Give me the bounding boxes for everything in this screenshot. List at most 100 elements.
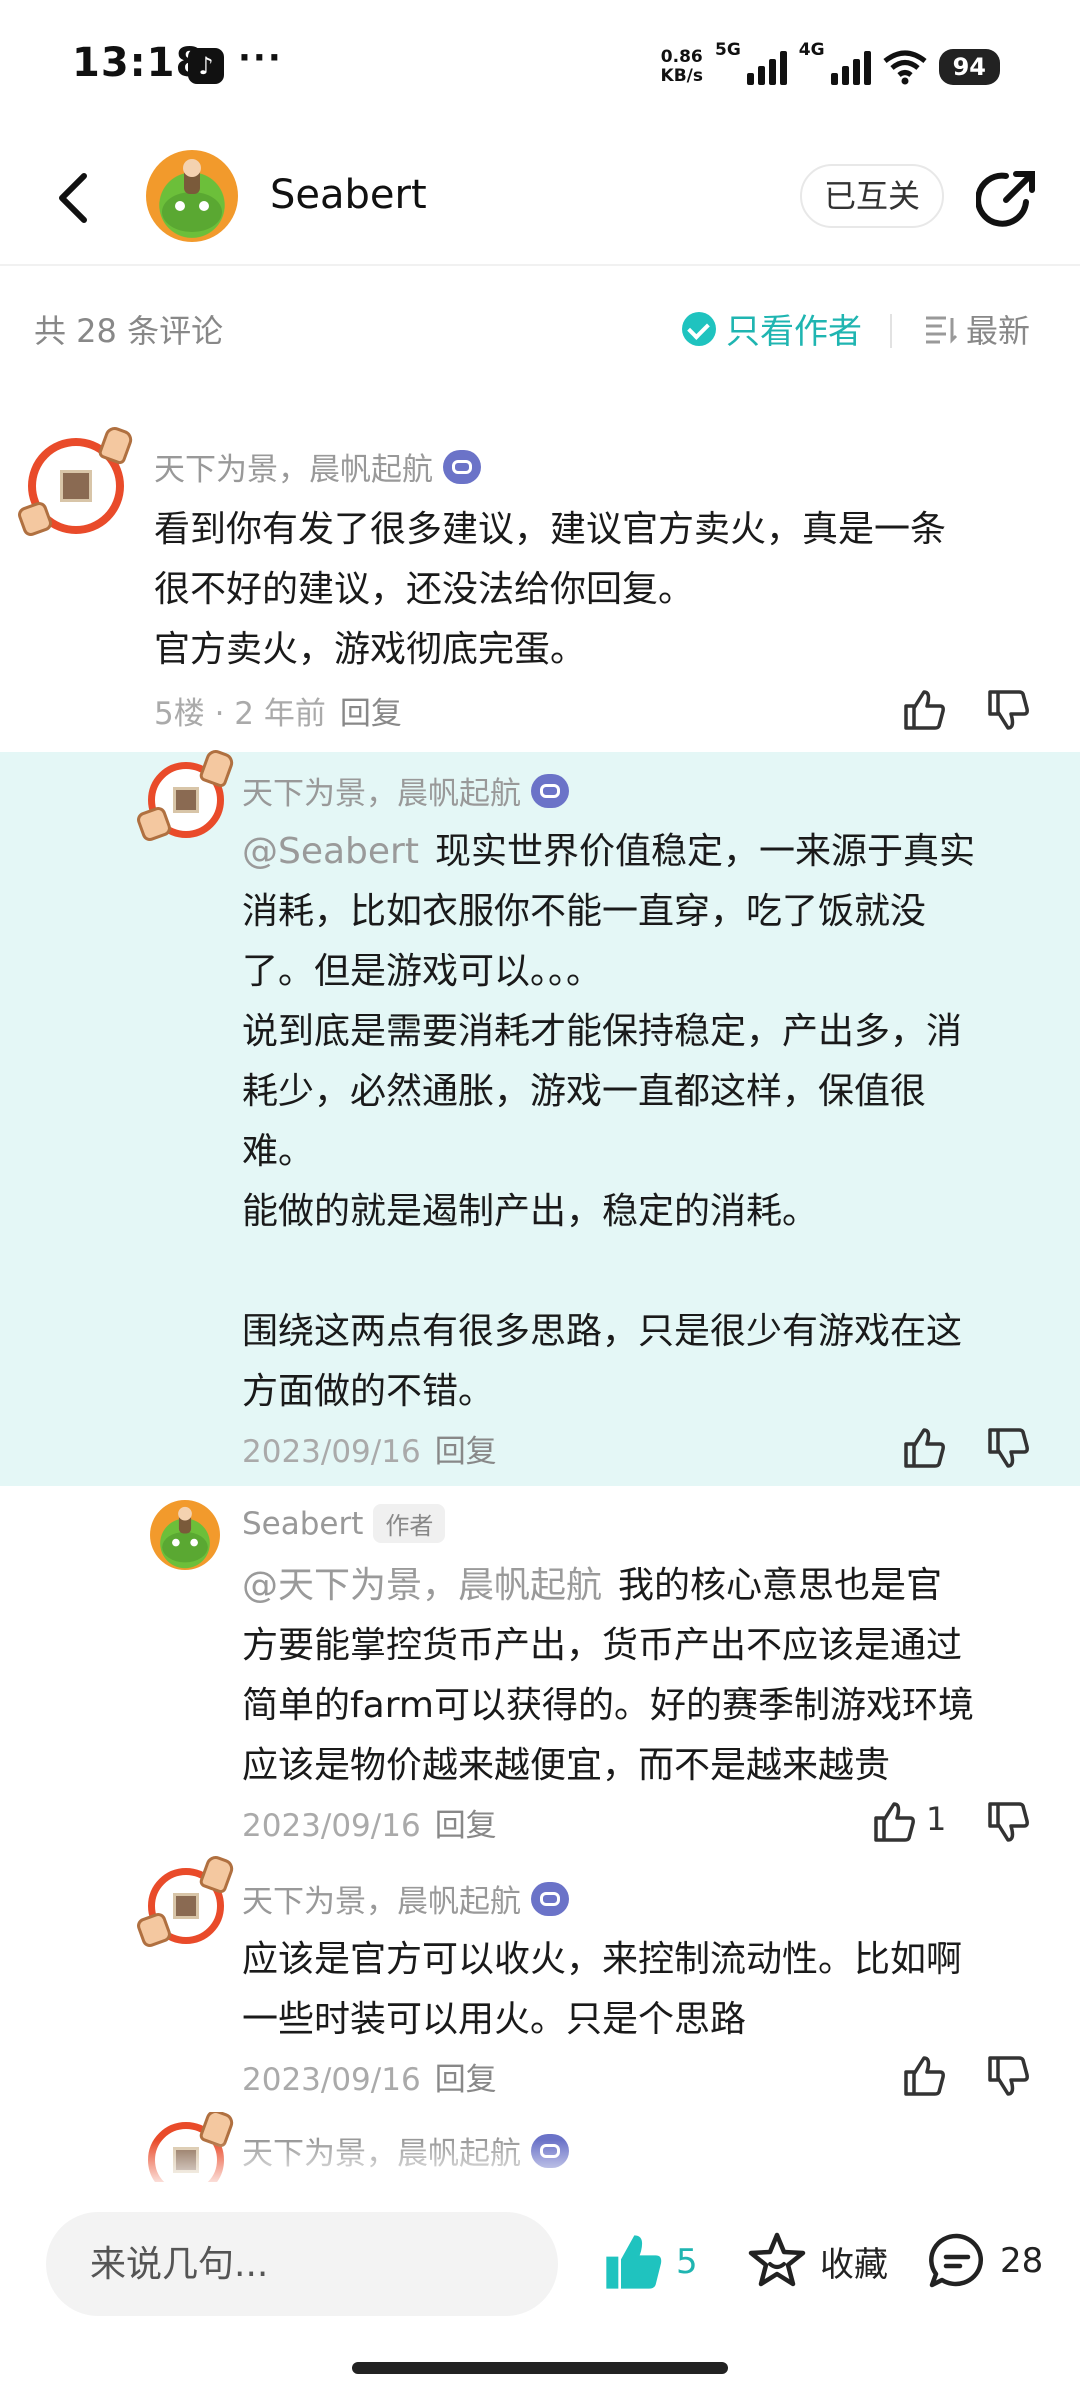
thumbs-down-icon[interactable] [984, 1424, 1032, 1472]
author-only-toggle[interactable]: 只看作者 [682, 304, 862, 353]
divider [890, 314, 892, 348]
reply-button[interactable]: 回复 [435, 1808, 497, 1844]
comment-count: 共 28 条评论 [34, 312, 224, 350]
follow-status-button[interactable]: 已互关 [800, 164, 944, 228]
avatar-image [173, 787, 199, 813]
reply-item: Seabert 作者 @天下为景，晨帆起航 我的核心意思也是官 方要能掌控货币产出… [0, 1486, 1080, 1860]
more-notifications-icon: ··· [238, 38, 283, 78]
sort-button[interactable]: 最新 [924, 306, 1030, 352]
avatar-decoration [15, 499, 55, 539]
reply-button[interactable]: 回复 [435, 2062, 497, 2098]
commenter-name[interactable]: 天下为景，晨帆起航 [154, 444, 481, 489]
network-speed: 0.86 KB/s [661, 48, 703, 86]
avatar-image [173, 1893, 199, 1919]
sort-label: 最新 [966, 312, 1031, 350]
check-circle-icon [682, 311, 716, 346]
like-button[interactable]: 5 [600, 2230, 698, 2294]
commenter-name-text: Seabert [242, 1505, 364, 1542]
author-only-label: 只看作者 [726, 312, 862, 352]
status-time: 13:18 [72, 40, 205, 86]
comment-meta: 2023/09/16 回复 [242, 1426, 497, 1471]
status-indicators: 0.86 KB/s 5G 4G 94 [661, 40, 1000, 92]
author-tag: 作者 [373, 1504, 446, 1543]
comment-text: @Seabert 现实世界价值稳定，一来源于真实 消耗，比如衣服你不能一直穿，吃了… [242, 822, 1042, 1422]
favorite-button[interactable]: 收藏 [746, 2230, 888, 2292]
comment-text: @天下为景，晨帆起航 我的核心意思也是官 方要能掌控货币产出，货币产出不应该是通过… [242, 1556, 1052, 1796]
bottom-action-bar: 5 收藏 28 [0, 2182, 1080, 2392]
comment-meta: 5楼 · 2 年前 回复 [154, 688, 402, 733]
comment-total: 28 [1000, 2241, 1044, 2281]
author-avatar[interactable] [146, 150, 238, 242]
gamepad-badge-icon [531, 773, 569, 808]
comment-bubble-icon [929, 2233, 983, 2288]
star-icon [748, 2232, 806, 2287]
avatar-image [162, 1506, 208, 1563]
commenter-name[interactable]: 天下为景，晨帆起航 [242, 1876, 569, 1921]
comment-meta: 2023/09/16 回复 [242, 2054, 497, 2099]
comment-item: 天下为景，晨帆起航 看到你有发了很多建议，建议官方卖火，真是一条 很不好的建议，… [0, 424, 1080, 752]
avatar-image [162, 159, 222, 232]
back-arrow-icon[interactable] [50, 168, 100, 228]
commenter-name-text: 天下为景，晨帆起航 [154, 452, 433, 488]
network-speed-value: 0.86 [660, 47, 703, 67]
comment-meta: 2023/09/16 回复 [242, 1800, 497, 1845]
wifi-icon [883, 50, 927, 85]
network-type-4g: 4G [798, 40, 825, 60]
mention-link[interactable]: @天下为景，晨帆起航 [242, 1565, 602, 1606]
gamepad-badge-icon [531, 1881, 569, 1916]
thumbs-down-icon[interactable] [984, 686, 1032, 734]
commenter-avatar[interactable] [134, 1853, 236, 1950]
tiktok-icon: ♪ [188, 48, 224, 84]
network-type-5g: 5G [715, 40, 741, 60]
comment-date: 2023/09/16 [242, 1808, 421, 1844]
commenter-name[interactable]: 天下为景，晨帆起航 [242, 768, 569, 813]
avatar-decoration [134, 1910, 174, 1950]
comment-floor-time: 5楼 · 2 年前 [154, 696, 326, 732]
comments-button[interactable]: 28 [926, 2230, 1043, 2292]
signal-icon-2 [830, 49, 871, 85]
status-bar: 13:18 ♪ ··· 0.86 KB/s 5G 4G 94 [0, 0, 1080, 130]
thumbs-down-icon[interactable] [984, 1798, 1032, 1846]
top-navigation-bar: Seabert 已互关 [0, 130, 1080, 266]
network-speed-unit: KB/s [660, 66, 703, 86]
scroll-fade [0, 2140, 1080, 2182]
comment-text: 看到你有发了很多建议，建议官方卖火，真是一条 很不好的建议，还没法给你回复。 官… [154, 509, 947, 670]
commenter-avatar[interactable] [150, 1500, 220, 1570]
avatar-decoration [198, 747, 236, 789]
commenter-name[interactable]: Seabert 作者 [242, 1504, 446, 1543]
thumbs-down-icon[interactable] [984, 2052, 1032, 2100]
avatar-decoration [198, 1853, 236, 1895]
avatar-decoration [97, 424, 135, 466]
reply-button[interactable]: 回复 [435, 1434, 497, 1470]
commenter-avatar[interactable] [15, 424, 135, 539]
sort-list-icon [926, 316, 958, 344]
reply-button[interactable]: 回复 [340, 696, 402, 732]
commenter-name-text: 天下为景，晨帆起航 [242, 776, 521, 812]
share-icon[interactable] [976, 166, 1040, 230]
commenter-name-text: 天下为景，晨帆起航 [242, 1884, 521, 1920]
avatar-decoration [134, 804, 174, 844]
avatar-image [60, 470, 92, 502]
comment-text-content: 现实世界价值稳定，一来源于真实 消耗，比如衣服你不能一直穿，吃了饭就没 了。但是… [242, 831, 975, 1412]
favorite-label: 收藏 [820, 2244, 888, 2285]
gamepad-badge-icon [443, 449, 481, 484]
comment-date: 2023/09/16 [242, 1434, 421, 1470]
thumbs-up-icon[interactable] [900, 2052, 948, 2100]
comment-filter-bar: 共 28 条评论 只看作者 最新 [0, 286, 1080, 372]
comment-text: 应该是官方可以收火，来控制流动性。比如啊 一些时装可以用火。只是个思路 [242, 1939, 963, 2040]
like-count: 5 [676, 2242, 698, 2282]
thumbs-up-icon[interactable] [900, 1424, 948, 1472]
like-count: 1 [926, 1800, 947, 1838]
reply-item: 天下为景，晨帆起航 应该是官方可以收火，来控制流动性。比如啊 一些时装可以用火。… [0, 1853, 1080, 2112]
comment-thread-page: 13:18 ♪ ··· 0.86 KB/s 5G 4G 94 Seabert 已… [0, 0, 1080, 2392]
mention-link[interactable]: @Seabert [242, 831, 419, 872]
author-name[interactable]: Seabert [270, 172, 427, 218]
commenter-avatar[interactable] [134, 747, 236, 844]
thumbs-up-filled-icon [606, 2235, 662, 2289]
thumbs-up-icon[interactable] [900, 686, 948, 734]
comment-date: 2023/09/16 [242, 2062, 421, 2098]
home-indicator[interactable] [352, 2362, 728, 2374]
thumbs-up-icon[interactable] [870, 1798, 918, 1846]
comment-input[interactable] [46, 2212, 558, 2316]
battery-icon: 94 [938, 49, 1000, 85]
